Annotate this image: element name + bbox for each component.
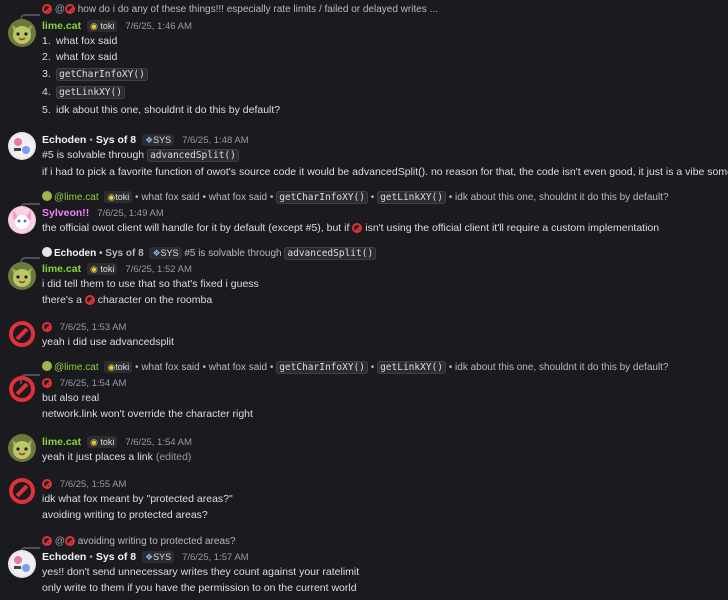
timestamp: 7/6/25, 1:48 AM [182, 135, 249, 146]
message-text: if i had to pick a favorite function of … [42, 166, 728, 178]
timestamp: 7/6/25, 1:49 AM [97, 208, 164, 219]
mini-avatar-icon [42, 361, 52, 371]
message: lime.cat ◉ toki 7/6/25, 1:52 AM i did te… [42, 262, 720, 308]
server-tag[interactable]: ❖SYS [142, 551, 175, 563]
cat-avatar-icon [12, 440, 32, 459]
cat-avatar-icon [12, 25, 32, 44]
avatar[interactable] [8, 550, 36, 578]
message: Echoden • Sys of 8 ❖SYS 7/6/25, 1:48 AM … [42, 134, 728, 178]
username[interactable]: Echoden [42, 134, 86, 146]
message: 7/6/25, 1:55 AM idk what fox meant by "p… [42, 477, 720, 523]
reply-preview[interactable]: @lime.cat ◉toki • what fox said • what f… [42, 191, 720, 205]
message-text: yeah it just places a link (edited) [42, 451, 192, 463]
ban-username-icon[interactable] [42, 322, 52, 332]
reply-preview[interactable]: Echoden • Sys of 8 ❖SYS #5 is solvable t… [42, 247, 720, 261]
message-text: there's a character on the roomba [42, 294, 213, 306]
system-avatar-icon [10, 134, 34, 158]
reply-preview[interactable]: @ avoiding writing to protected areas? [42, 535, 720, 549]
ban-icon [64, 4, 75, 14]
system-label: Sys of 8 [95, 551, 137, 563]
ban-username-icon[interactable] [42, 378, 52, 388]
message-text: avoiding writing to protected areas? [42, 509, 208, 521]
message-text: yes!! don't send unnecessary writes they… [42, 566, 360, 578]
system-label: Sys of 8 [95, 134, 137, 146]
username[interactable]: Sylveon!! [42, 207, 89, 219]
ban-icon [84, 295, 95, 305]
inline-code: getCharInfoXY() [56, 68, 148, 81]
timestamp: 7/6/25, 1:53 AM [59, 322, 127, 333]
message-text: i did tell them to use that so that's fi… [42, 278, 259, 290]
message: Echoden • Sys of 8 ❖SYS 7/6/25, 1:57 AM … [42, 550, 720, 596]
reply-text: avoiding writing to protected areas? [77, 536, 236, 547]
timestamp: 7/6/25, 1:54 AM [59, 378, 127, 389]
cat-avatar-icon [12, 268, 32, 287]
ban-username-icon[interactable] [42, 479, 52, 489]
list-item: 3. getCharInfoXY() [42, 66, 720, 83]
avatar[interactable] [8, 132, 36, 160]
timestamp: 7/6/25, 1:52 AM [125, 264, 192, 275]
avatar[interactable] [8, 434, 36, 462]
server-tag[interactable]: ❖SYS [142, 134, 175, 146]
ban-icon [352, 223, 363, 233]
mini-avatar-icon [42, 191, 52, 201]
server-tag[interactable]: ◉ toki [87, 436, 118, 448]
list-item: 4. getLinkXY() [42, 84, 720, 101]
reply-preview[interactable]: @ how do i do any of these things!!! esp… [42, 3, 720, 17]
inline-code: advancedSplit() [147, 149, 239, 162]
username[interactable]: lime.cat [42, 263, 81, 275]
message: 7/6/25, 1:53 AM yeah i did use advanceds… [42, 320, 720, 350]
ban-avatar-icon [9, 321, 35, 347]
ban-avatar-icon [9, 376, 35, 402]
avatar[interactable] [8, 262, 36, 290]
timestamp: 7/6/25, 1:46 AM [125, 21, 192, 32]
message: lime.cat ◉ toki 7/6/25, 1:46 AM 1. what f… [42, 19, 720, 118]
message-text: but also real [42, 392, 100, 404]
ban-avatar-icon [9, 478, 35, 504]
list-item: 1. what fox said [42, 35, 118, 47]
numbered-list: 1. what fox said 2. what fox said 3. getCha… [42, 33, 720, 118]
reply-preview[interactable]: @lime.cat ◉toki • what fox said • what f… [42, 361, 720, 375]
username[interactable]: Echoden [42, 551, 86, 563]
avatar[interactable] [8, 206, 36, 234]
avatar[interactable] [8, 375, 36, 403]
timestamp: 7/6/25, 1:54 AM [125, 437, 192, 448]
message-text: only write to them if you have the permi… [42, 582, 357, 594]
message-text: #5 is solvable through advancedSplit() [42, 147, 720, 164]
avatar[interactable] [8, 19, 36, 47]
message-text: yeah i did use advancedsplit [42, 336, 174, 348]
message: lime.cat ◉ toki 7/6/25, 1:54 AM yeah it … [42, 435, 720, 465]
message-text: the official owot client will handle for… [42, 222, 660, 234]
sylveon-avatar-icon [9, 207, 35, 233]
username[interactable]: lime.cat [42, 436, 81, 448]
inline-code: getLinkXY() [56, 86, 125, 99]
message: 7/6/25, 1:54 AM but also real network.li… [42, 376, 720, 422]
username[interactable]: lime.cat [42, 20, 81, 32]
server-tag[interactable]: ◉ toki [87, 263, 118, 275]
message-text: network.link won't override the characte… [42, 408, 253, 420]
list-item: 5. idk about this one, shouldnt it do thi… [42, 104, 281, 116]
system-avatar-icon [10, 552, 34, 576]
message-text: idk what fox meant by "protected areas?" [42, 493, 233, 505]
list-item: 2. what fox said [42, 51, 118, 63]
reply-text: how do i do any of these things!!! espec… [77, 4, 438, 15]
ban-icon [42, 4, 52, 14]
timestamp: 7/6/25, 1:55 AM [59, 479, 127, 490]
ban-icon [64, 536, 75, 546]
mini-avatar-icon [42, 247, 52, 257]
avatar[interactable] [8, 320, 36, 348]
timestamp: 7/6/25, 1:57 AM [182, 552, 249, 563]
message: Sylveon!! 7/6/25, 1:49 AM the official o… [42, 206, 720, 236]
server-tag[interactable]: ◉ toki [87, 20, 118, 32]
edited-label: (edited) [155, 451, 192, 463]
ban-icon [42, 536, 52, 546]
avatar[interactable] [8, 477, 36, 505]
